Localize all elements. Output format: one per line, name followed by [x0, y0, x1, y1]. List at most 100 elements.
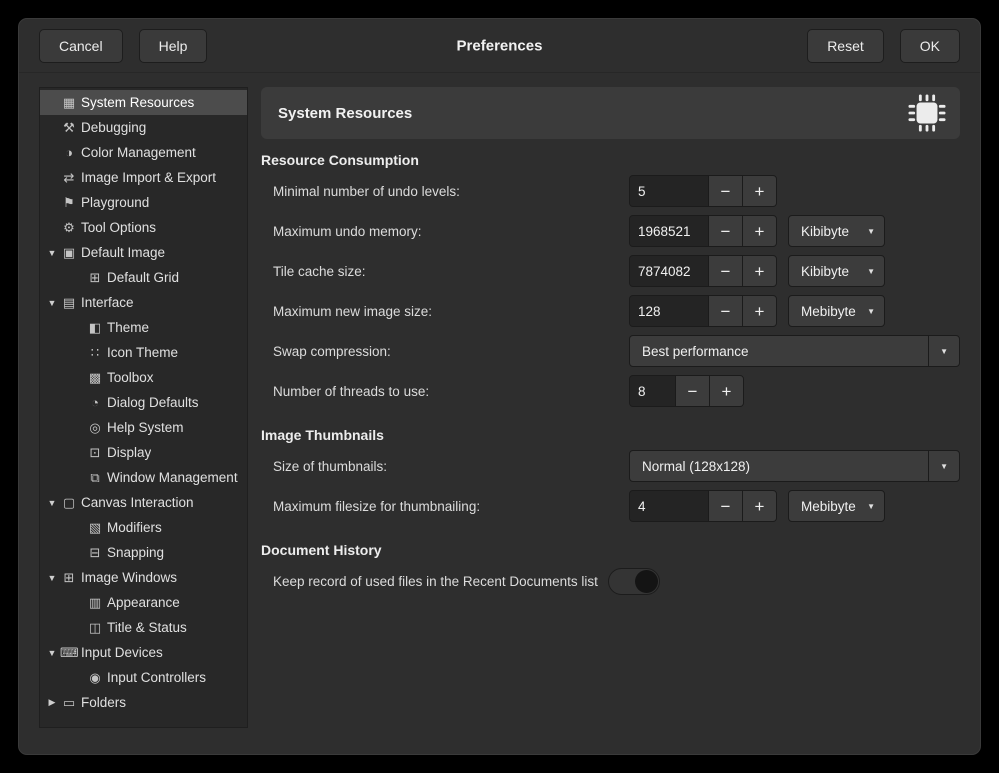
sidebar-item-label: Image Windows [81, 570, 177, 585]
sidebar-item-label: Theme [107, 320, 149, 335]
decrement-button[interactable]: − [708, 491, 742, 521]
max-image-size-input[interactable] [630, 296, 708, 326]
page-header: System Resources [261, 87, 960, 139]
sidebar-item-image-import-export[interactable]: ⇄ Image Import & Export [40, 165, 247, 190]
dropdown-value: Kibibyte [801, 264, 849, 279]
thumbnail-filesize-unit-dropdown[interactable]: Mebibyte ▼ [788, 490, 885, 522]
sidebar-item-appearance[interactable]: ▥ Appearance [40, 590, 247, 615]
sidebar-item-label: Snapping [107, 545, 164, 560]
sidebar-item-default-image[interactable]: ▼ ▣ Default Image [40, 240, 247, 265]
reset-button[interactable]: Reset [807, 29, 884, 63]
sidebar-item-interface[interactable]: ▼ ▤ Interface [40, 290, 247, 315]
help-button[interactable]: Help [139, 29, 208, 63]
sidebar-item-tool-options[interactable]: ⚙ Tool Options [40, 215, 247, 240]
thumbnail-size-dropdown[interactable]: Normal (128x128) ▼ [629, 450, 960, 482]
increment-button[interactable]: + [742, 256, 776, 286]
decrement-button[interactable]: − [675, 376, 709, 406]
undo-memory-input[interactable] [630, 216, 708, 246]
form-row-recent-documents: Keep record of used files in the Recent … [261, 561, 960, 601]
section-title-document-history: Document History [261, 542, 960, 558]
decrement-button[interactable]: − [708, 256, 742, 286]
sidebar-item-playground[interactable]: ⚑ Playground [40, 190, 247, 215]
increment-button[interactable]: + [742, 296, 776, 326]
thumbnail-filesize-input[interactable] [630, 491, 708, 521]
expander-icon[interactable]: ▼ [44, 248, 60, 258]
sidebar-item-debugging[interactable]: ⚒ Debugging [40, 115, 247, 140]
modifiers-icon: ▧ [86, 520, 104, 536]
expander-icon[interactable]: ▼ [44, 648, 60, 658]
form-row-swap-compression: Swap compression: Best performance ▼ [261, 331, 960, 371]
sidebar-item-input-controllers[interactable]: ◉ Input Controllers [40, 665, 247, 690]
expander-icon[interactable]: ▼ [44, 498, 60, 508]
form-row-undo-levels: Minimal number of undo levels: − + [261, 171, 960, 211]
increment-button[interactable]: + [742, 176, 776, 206]
sidebar-item-default-grid[interactable]: ⊞ Default Grid [40, 265, 247, 290]
sidebar-item-color-management[interactable]: ◑ Color Management [40, 140, 247, 165]
sidebar-item-label: Dialog Defaults [107, 395, 199, 410]
section-title-resource-consumption: Resource Consumption [261, 152, 960, 168]
sidebar-item-modifiers[interactable]: ▧ Modifiers [40, 515, 247, 540]
sidebar-item-folders[interactable]: ▶ ▭ Folders [40, 690, 247, 715]
page-title: System Resources [278, 105, 412, 122]
preferences-content: System Resources Resource Consumption Mi… [261, 87, 960, 728]
sidebar-item-label: Interface [81, 295, 134, 310]
window-management-icon: ⧉ [86, 470, 104, 486]
chevron-down-icon: ▼ [928, 451, 959, 481]
sidebar-item-image-windows[interactable]: ▼ ⊞ Image Windows [40, 565, 247, 590]
increment-button[interactable]: + [742, 491, 776, 521]
tile-cache-unit-dropdown[interactable]: Kibibyte ▼ [788, 255, 885, 287]
increment-button[interactable]: + [742, 216, 776, 246]
increment-button[interactable]: + [709, 376, 743, 406]
sidebar-item-label: System Resources [81, 95, 194, 110]
sidebar-item-system-resources[interactable]: ▦ System Resources [40, 90, 247, 115]
swap-compression-dropdown[interactable]: Best performance ▼ [629, 335, 960, 367]
section-title-image-thumbnails: Image Thumbnails [261, 427, 960, 443]
undo-memory-unit-dropdown[interactable]: Kibibyte ▼ [788, 215, 885, 247]
sidebar-item-label: Default Image [81, 245, 165, 260]
tile-cache-input[interactable] [630, 256, 708, 286]
sidebar-item-label: Default Grid [107, 270, 179, 285]
sidebar-item-dialog-defaults[interactable]: ◔ Dialog Defaults [40, 390, 247, 415]
sidebar-item-window-management[interactable]: ⧉ Window Management [40, 465, 247, 490]
field-label: Swap compression: [273, 344, 629, 359]
sidebar-item-label: Tool Options [81, 220, 156, 235]
sidebar-item-icon-theme[interactable]: ∷ Icon Theme [40, 340, 247, 365]
sidebar-item-label: Appearance [107, 595, 180, 610]
decrement-button[interactable]: − [708, 296, 742, 326]
threads-spinner: − + [629, 375, 744, 407]
toolbox-icon: ▩ [86, 370, 104, 386]
cancel-button[interactable]: Cancel [39, 29, 123, 63]
sidebar-item-label: Title & Status [107, 620, 187, 635]
max-image-size-unit-dropdown[interactable]: Mebibyte ▼ [788, 295, 885, 327]
chevron-down-icon: ▼ [867, 267, 875, 276]
max-image-size-spinner: − + [629, 295, 777, 327]
dropdown-value: Normal (128x128) [642, 459, 750, 474]
expander-icon[interactable]: ▼ [44, 298, 60, 308]
threads-input[interactable] [630, 376, 675, 406]
sidebar-item-snapping[interactable]: ⊟ Snapping [40, 540, 247, 565]
preferences-dialog: Cancel Help Preferences Reset OK ▦ Syste… [18, 18, 981, 755]
decrement-button[interactable]: − [708, 176, 742, 206]
expander-icon[interactable]: ▶ [44, 697, 60, 708]
field-label: Maximum filesize for thumbnailing: [273, 499, 629, 514]
decrement-button[interactable]: − [708, 216, 742, 246]
sidebar-item-title-status[interactable]: ◫ Title & Status [40, 615, 247, 640]
ok-button[interactable]: OK [900, 29, 960, 63]
sidebar-item-canvas-interaction[interactable]: ▼ ▢ Canvas Interaction [40, 490, 247, 515]
undo-levels-input[interactable] [630, 176, 708, 206]
recent-documents-toggle[interactable] [608, 568, 660, 595]
sidebar-item-help-system[interactable]: ◎ Help System [40, 415, 247, 440]
sidebar-item-theme[interactable]: ◧ Theme [40, 315, 247, 340]
dropdown-value: Best performance [642, 344, 749, 359]
form-row-thumbnail-size: Size of thumbnails: Normal (128x128) ▼ [261, 446, 960, 486]
chevron-down-icon: ▼ [928, 336, 959, 366]
dialog-title: Preferences [457, 37, 543, 54]
expander-icon[interactable]: ▼ [44, 573, 60, 583]
sidebar-item-toolbox[interactable]: ▩ Toolbox [40, 365, 247, 390]
form-row-thumbnail-filesize: Maximum filesize for thumbnailing: − + M… [261, 486, 960, 526]
sidebar-item-display[interactable]: ⊡ Display [40, 440, 247, 465]
sidebar-item-input-devices[interactable]: ▼ ⌨ Input Devices [40, 640, 247, 665]
undo-levels-spinner: − + [629, 175, 777, 207]
form-row-tile-cache: Tile cache size: − + Kibibyte ▼ [261, 251, 960, 291]
input-controllers-icon: ◉ [86, 670, 104, 686]
